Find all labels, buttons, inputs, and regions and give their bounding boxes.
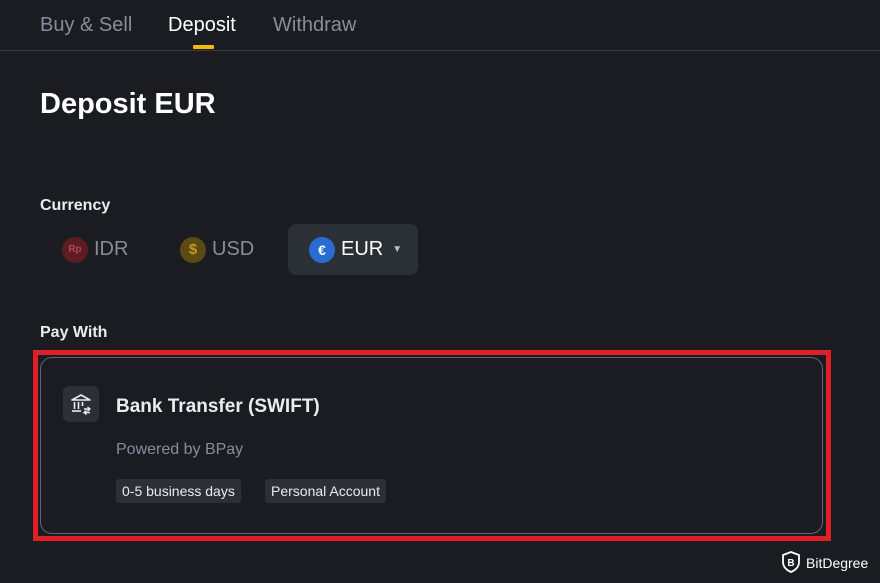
currency-option-idr[interactable]: Rp IDR [62,224,128,275]
currency-code: IDR [94,238,129,260]
payment-method-card[interactable]: Bank Transfer (SWIFT) Powered by BPay 0-… [40,357,823,534]
tab-bar: Buy & Sell Deposit Withdraw [0,0,880,51]
currency-code: USD [212,238,255,260]
currency-option-usd[interactable]: $ USD [180,224,254,275]
bank-icon [63,386,99,422]
tab-buy-sell[interactable]: Buy & Sell [40,14,132,37]
currency-label: Currency [40,197,111,214]
payment-provider: Powered by BPay [116,441,244,458]
euro-coin-icon: € [309,236,335,263]
caret-down-icon[interactable]: ▼ [392,244,402,255]
currency-code: EUR [341,238,384,260]
watermark-text: BitDegree [806,555,869,571]
page-title: Deposit EUR [40,88,216,120]
tab-withdraw[interactable]: Withdraw [273,14,356,37]
account-type-badge: Personal Account [265,479,386,503]
rupiah-coin-icon: Rp [62,236,88,263]
bitdegree-watermark: B BitDegree [782,550,868,576]
currency-option-eur[interactable]: € EUR ▼ [288,224,418,275]
tab-deposit[interactable]: Deposit [168,14,236,37]
svg-text:B: B [787,558,794,569]
payment-method-title: Bank Transfer (SWIFT) [116,396,320,417]
active-tab-indicator [193,45,214,49]
dollar-coin-icon: $ [180,236,206,263]
processing-time-badge: 0-5 business days [116,479,241,503]
bitdegree-shield-icon: B [782,550,800,576]
pay-with-label: Pay With [40,324,108,341]
currency-selector: Rp IDR $ USD € EUR ▼ [0,224,880,276]
